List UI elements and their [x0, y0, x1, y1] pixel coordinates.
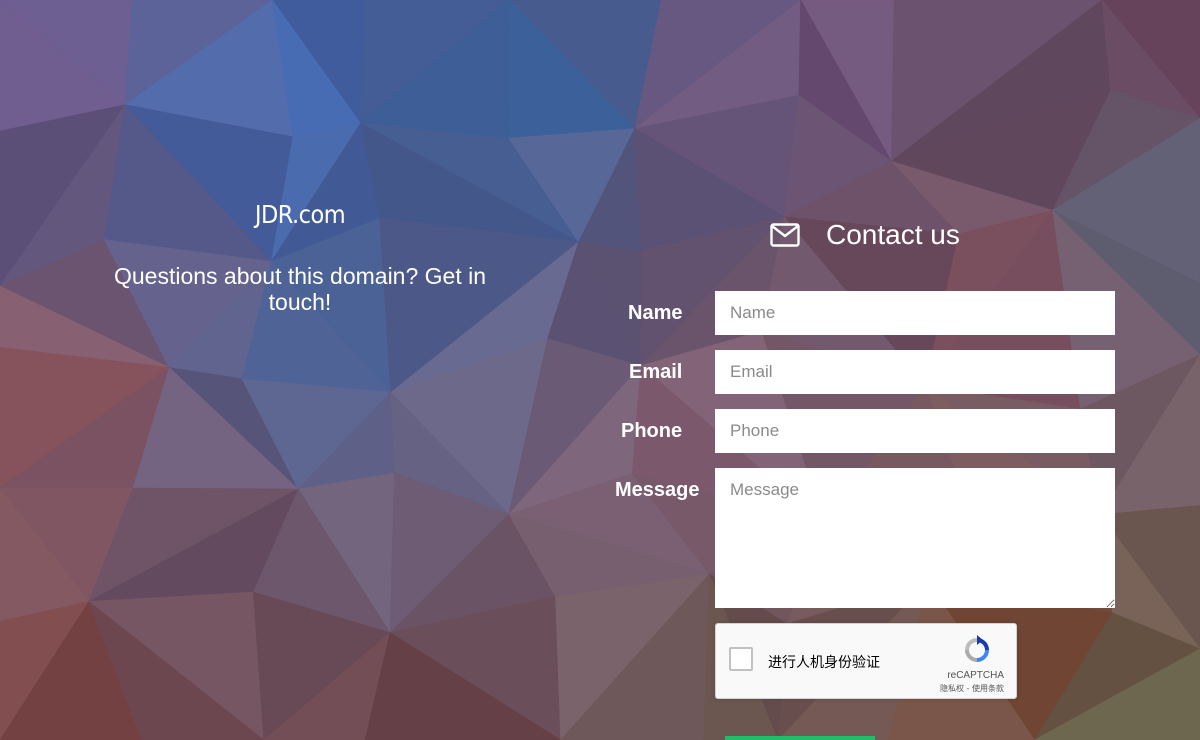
email-input[interactable]: [715, 350, 1115, 394]
name-label: Name: [628, 302, 683, 324]
recaptcha-logo-icon: [961, 634, 993, 666]
recaptcha-brand: reCAPTCHA: [947, 670, 1004, 681]
submit-button[interactable]: [725, 736, 875, 740]
tagline: Questions about this domain? Get in touc…: [113, 263, 487, 315]
contact-heading-label: Contact us: [826, 219, 960, 250]
page: JDR.com Questions about this domain? Get…: [0, 0, 1200, 740]
recaptcha-privacy-terms-links[interactable]: 隐私权 - 使用条款: [940, 683, 1004, 694]
envelope-icon: [770, 223, 802, 247]
phone-label: Phone: [621, 420, 683, 442]
phone-input[interactable]: [715, 409, 1115, 453]
recaptcha-widget: 进行人机身份验证 reCAPTCHA 隐私权 - 使用条款: [715, 623, 1017, 699]
recaptcha-checkbox-label: 进行人机身份验证: [768, 655, 880, 671]
message-label: Message: [615, 479, 700, 501]
email-label: Email: [629, 361, 683, 383]
recaptcha-checkbox[interactable]: [729, 647, 753, 671]
domain-name: JDR.com: [254, 200, 346, 229]
message-textarea[interactable]: [715, 468, 1115, 608]
name-input[interactable]: [715, 291, 1115, 335]
contact-heading: Contact us: [770, 218, 960, 252]
